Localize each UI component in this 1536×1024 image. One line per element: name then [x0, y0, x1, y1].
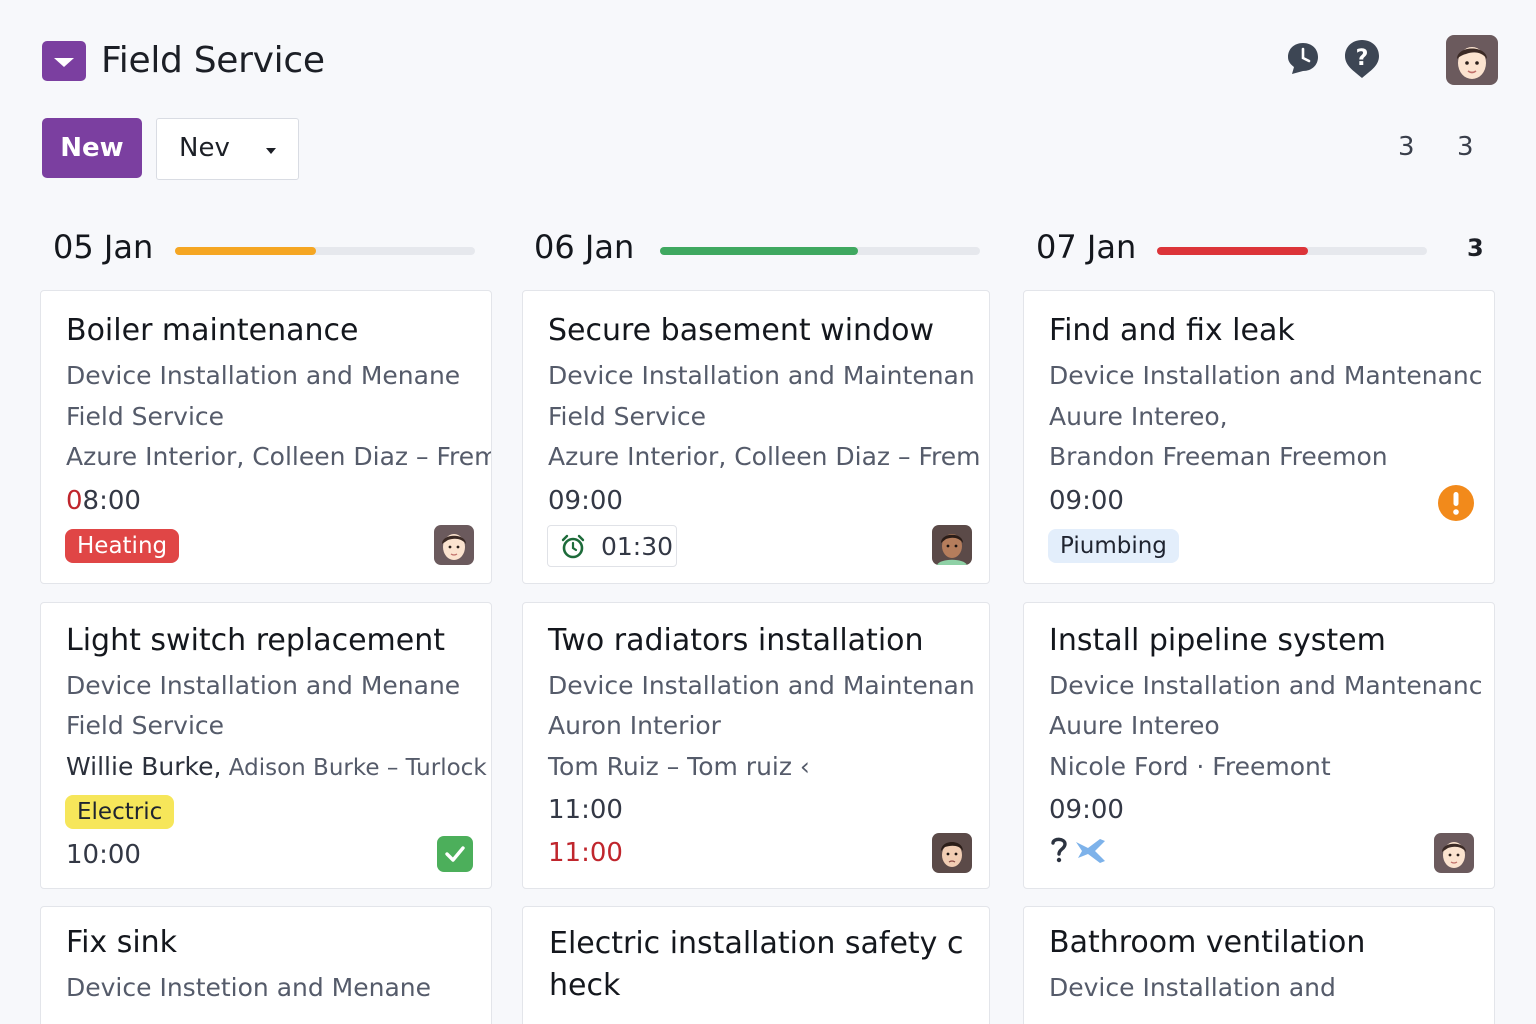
chevron-down-icon	[266, 148, 276, 154]
task-card[interactable]: Light switch replacement Device Installa…	[40, 602, 492, 889]
assignee-avatar[interactable]	[932, 525, 972, 565]
svg-text:?: ?	[1356, 46, 1369, 71]
column-date: 06 Jan	[534, 228, 635, 266]
card-contact: Tom Ruiz – Tom ruiz ‹	[548, 752, 810, 781]
column-header: 06 Jan	[534, 226, 984, 270]
card-title: Electric installation safety c heck	[549, 926, 964, 1003]
card-time-rest: 8:00	[82, 486, 141, 516]
card-time-prefix: 0	[66, 486, 83, 516]
card-title: Bathroom ventilation	[1049, 925, 1366, 960]
column-date: 05 Jan	[53, 228, 154, 266]
card-customer: Auron Interior	[548, 711, 721, 740]
card-team: Field Service	[66, 402, 225, 431]
task-card[interactable]: Secure basement window Device Installati…	[522, 290, 990, 584]
assignee-avatar[interactable]	[932, 833, 972, 873]
card-time: 09:00	[548, 486, 623, 516]
card-team: Field Service	[66, 711, 225, 740]
task-card[interactable]: Find and fix leak Device Installation an…	[1023, 290, 1495, 584]
card-customer: Auure Intereo	[1049, 711, 1220, 740]
activity-clock-icon[interactable]	[1284, 40, 1324, 80]
tag-heating: Heating	[65, 529, 180, 563]
assignee-avatar[interactable]	[1434, 833, 1474, 873]
column-header: 07 Jan 3	[1036, 226, 1496, 270]
card-contact-primary: Willie Burke,	[66, 752, 222, 781]
page-title: Field Service	[101, 40, 325, 81]
column-progress-fill	[1157, 247, 1309, 255]
card-time: 09:00	[1049, 486, 1124, 516]
column-progress	[175, 247, 475, 255]
card-title: Boiler maintenance	[66, 313, 359, 348]
tag-plumbing: Piumbing	[1048, 529, 1179, 563]
top-bar: Field Service ?	[42, 35, 1498, 86]
column-header: 05 Jan	[53, 226, 483, 270]
task-card[interactable]: Boiler maintenance Device Installation a…	[40, 290, 492, 584]
card-project: Device Installation and	[1049, 973, 1336, 1002]
card-title: Two radiators installation	[548, 623, 924, 658]
app-logo-icon[interactable]	[42, 41, 86, 81]
card-title: Install pipeline system	[1049, 623, 1386, 658]
card-project: Device Installation and Maintenan	[548, 671, 975, 700]
card-time: 08:00	[66, 486, 141, 516]
card-customer: Azure Interior, Colleen Diaz – Frem	[548, 442, 981, 471]
card-project: Device Installation and Maintenan	[548, 361, 975, 390]
card-title: Find and fix leak	[1049, 313, 1295, 348]
card-deadline: 11:00	[548, 838, 623, 868]
card-time: 09:00	[1049, 795, 1124, 825]
alarm-clock-icon	[561, 534, 585, 559]
card-team: Field Service	[548, 402, 707, 431]
card-title: Fix sink	[66, 925, 178, 960]
card-customer: Azure Interior, Colleen Diaz – Frem	[66, 442, 492, 471]
task-card[interactable]: Bathroom ventilation Device Installation…	[1023, 906, 1495, 1024]
checkmark-icon[interactable]	[437, 836, 473, 872]
card-time: 10:00	[66, 840, 141, 870]
toolbar: New Nev 3 3	[42, 118, 1498, 180]
task-card[interactable]: Install pipeline system Device Installat…	[1023, 602, 1495, 889]
card-project: Device Installation and Mantenanc	[1049, 671, 1483, 700]
plane-icon[interactable]	[1074, 836, 1108, 866]
card-contact-secondary: Adison Burke – Turlock	[221, 755, 487, 781]
user-avatar[interactable]	[1446, 35, 1498, 85]
card-contact: Nicole Ford · Freemont	[1049, 752, 1331, 781]
column-progress-fill	[175, 247, 316, 255]
card-project: Device Installation and Menane	[66, 361, 461, 390]
help-icon[interactable]: ?	[1342, 38, 1382, 78]
card-time: 11:00	[548, 795, 623, 825]
task-card[interactable]: Two radiators installation Device Instal…	[522, 602, 990, 889]
timer-widget[interactable]: 01:30	[547, 525, 677, 567]
card-title: Light switch replacement	[66, 623, 446, 658]
assignee-avatar[interactable]	[434, 525, 474, 565]
column-progress	[1157, 247, 1427, 255]
card-customer: Auure Intereo,	[1049, 402, 1228, 431]
view-select-label: Nev	[179, 133, 230, 163]
tag-electric: Electric	[65, 795, 175, 829]
card-project: Device Instetion and Menane	[66, 973, 432, 1002]
card-project: Device Installation and Mantenanc	[1049, 361, 1483, 390]
view-select[interactable]: Nev	[156, 118, 299, 180]
card-title: Secure basement window	[548, 313, 935, 348]
pager-value[interactable]: 3	[1398, 132, 1415, 162]
card-project: Device Installation and Menane	[66, 671, 461, 700]
column-progress	[660, 247, 980, 255]
pager-total[interactable]: 3	[1457, 132, 1474, 162]
card-contact: Brandon Freeman Freemon	[1049, 442, 1388, 471]
task-card[interactable]: Fix sink Device Instetion and Menane	[40, 906, 492, 1024]
new-button[interactable]: New	[42, 118, 142, 178]
timer-value: 01:30	[601, 532, 674, 561]
card-contact: Willie Burke, Adison Burke – Turlock	[66, 752, 487, 781]
task-card[interactable]: Electric installation safety c heck	[522, 906, 990, 1024]
column-progress-fill	[660, 247, 859, 255]
column-date: 07 Jan	[1036, 228, 1137, 266]
column-count: 3	[1467, 234, 1484, 262]
warning-icon[interactable]	[1438, 485, 1474, 521]
